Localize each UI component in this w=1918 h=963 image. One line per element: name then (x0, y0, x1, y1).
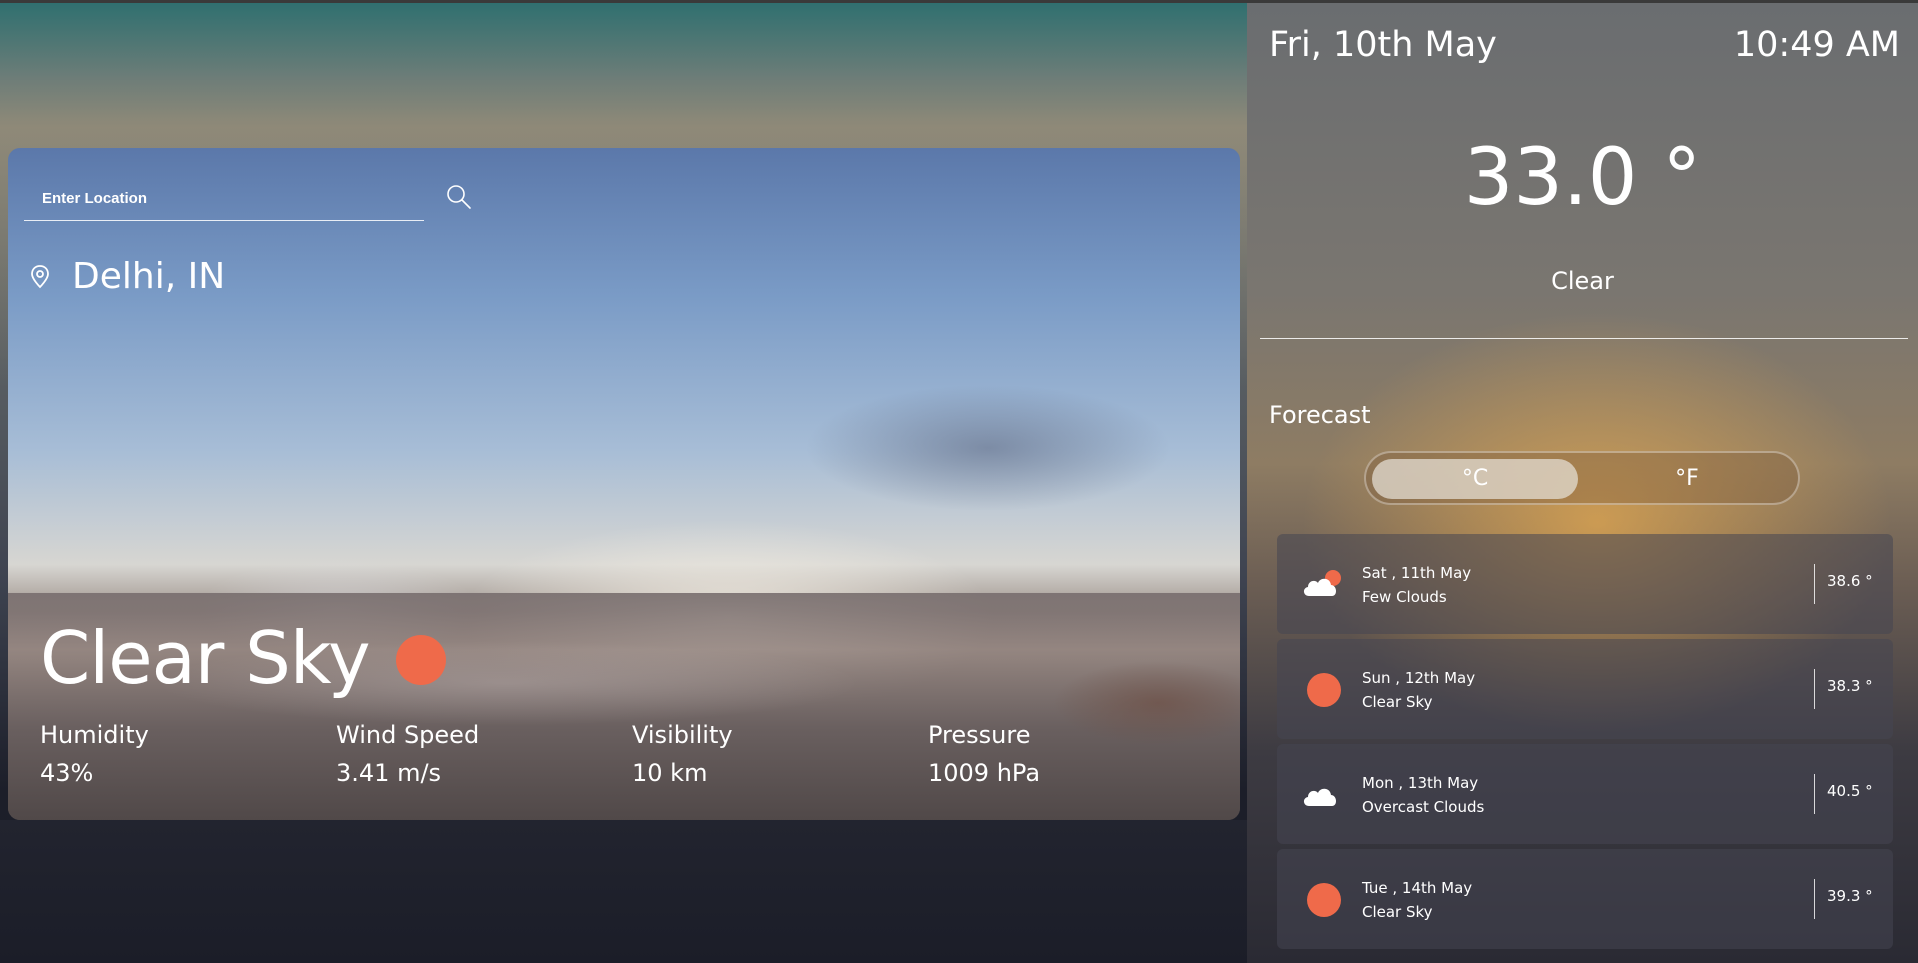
stat-value: 3.41 m/s (336, 759, 442, 787)
cloud-icon (1303, 788, 1337, 806)
forecast-item: Tue , 14th May Clear Sky 39.3 ° (1277, 849, 1893, 949)
stat-label: Humidity (40, 721, 149, 749)
location-pin-icon (31, 264, 49, 288)
location-name: Delhi, IN (72, 256, 226, 297)
forecast-condition: Overcast Clouds (1362, 798, 1485, 816)
sun-icon (1299, 879, 1347, 919)
forecast-info: Tue , 14th May Clear Sky (1362, 876, 1472, 924)
forecast-item: Sat , 11th May Few Clouds 38.6 ° (1277, 534, 1893, 634)
stat-value: 43% (40, 759, 94, 787)
current-time: 10:49 AM (1733, 25, 1900, 65)
forecast-info: Sat , 11th May Few Clouds (1362, 561, 1471, 609)
search-bar (24, 176, 424, 221)
stat-label: Visibility (632, 721, 733, 749)
forecast-date: Sat , 11th May (1362, 564, 1472, 582)
stat-humidity: Humidity 43% (40, 720, 149, 788)
forecast-title: Forecast (1269, 401, 1371, 429)
side-panel: Fri, 10th May 10:49 AM 33.0 ° Clear Fore… (1247, 3, 1918, 963)
current-condition: Clear Sky (40, 616, 446, 700)
stat-pressure: Pressure 1009 hPa (928, 720, 1040, 788)
stat-label: Pressure (928, 721, 1031, 749)
forecast-condition: Clear Sky (1362, 693, 1433, 711)
forecast-separator (1814, 879, 1815, 919)
weather-stats: Humidity 43% Wind Speed 3.41 m/s Visibil… (40, 720, 1220, 800)
few-clouds-icon (1303, 570, 1341, 596)
forecast-separator (1814, 774, 1815, 814)
condition-text: Clear Sky (40, 616, 371, 700)
sun-icon (1299, 669, 1347, 709)
forecast-info: Mon , 13th May Overcast Clouds (1362, 771, 1484, 819)
current-temperature: 33.0 ° (1463, 133, 1702, 223)
forecast-separator (1814, 669, 1815, 709)
stat-value: 1009 hPa (928, 759, 1041, 787)
celsius-option[interactable]: °C (1372, 459, 1578, 499)
stat-label: Wind Speed (336, 721, 480, 749)
fahrenheit-option[interactable]: °F (1584, 459, 1790, 499)
sun-icon (395, 635, 446, 685)
forecast-temp: 39.3 ° (1827, 887, 1873, 905)
forecast-date: Sun , 12th May (1362, 669, 1476, 687)
search-button[interactable] (444, 182, 474, 212)
unit-toggle: °C °F (1364, 451, 1800, 505)
search-input[interactable] (40, 184, 414, 212)
stat-value: 10 km (632, 759, 708, 787)
forecast-condition: Clear Sky (1362, 903, 1433, 921)
current-date: Fri, 10th May (1269, 25, 1497, 65)
location-display: Delhi, IN (30, 256, 225, 297)
current-description: Clear (1551, 267, 1614, 295)
forecast-item: Sun , 12th May Clear Sky 38.3 ° (1277, 639, 1893, 739)
forecast-item: Mon , 13th May Overcast Clouds 40.5 ° (1277, 744, 1893, 844)
forecast-separator (1814, 564, 1815, 604)
forecast-date: Mon , 13th May (1362, 774, 1479, 792)
forecast-date: Tue , 14th May (1362, 879, 1473, 897)
weather-card: Delhi, IN Clear Sky Humidity 43% Wind Sp… (8, 148, 1240, 820)
forecast-condition: Few Clouds (1362, 588, 1447, 606)
stat-wind-speed: Wind Speed 3.41 m/s (336, 720, 479, 788)
forecast-temp: 38.3 ° (1827, 677, 1873, 695)
search-icon (447, 185, 471, 209)
forecast-info: Sun , 12th May Clear Sky (1362, 666, 1475, 714)
forecast-temp: 40.5 ° (1827, 782, 1873, 800)
forecast-list: Sat , 11th May Few Clouds 38.6 ° Sun , 1… (1277, 534, 1893, 954)
divider (1260, 338, 1908, 339)
stat-visibility: Visibility 10 km (632, 720, 733, 788)
background-bottom (0, 820, 1247, 963)
forecast-temp: 38.6 ° (1827, 572, 1873, 590)
